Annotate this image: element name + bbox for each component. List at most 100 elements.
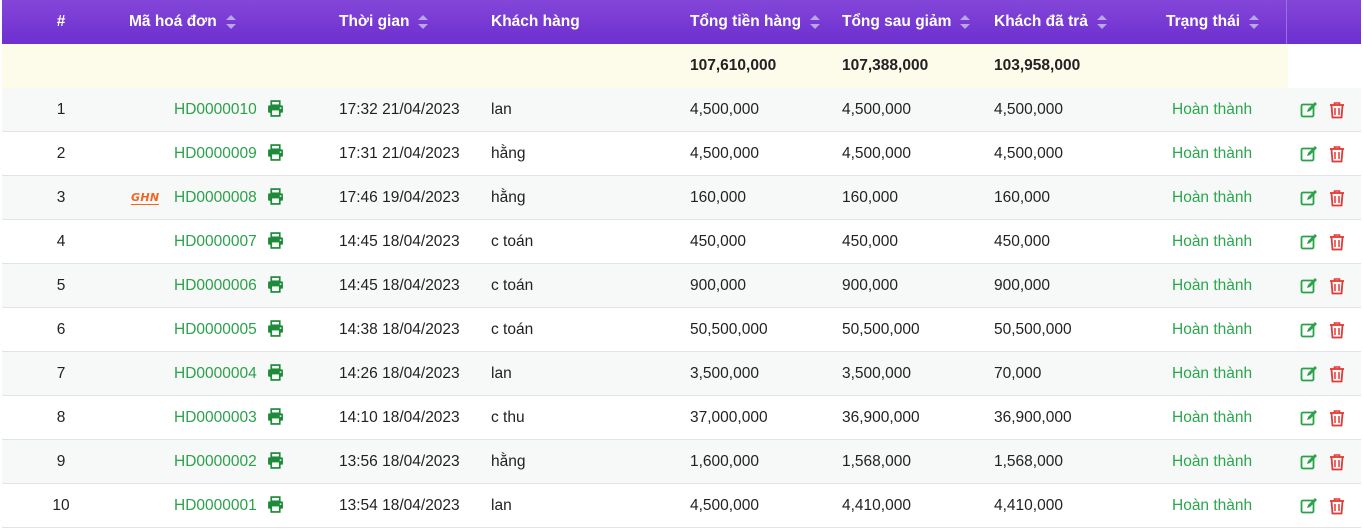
invoice-code-link[interactable]: HD0000010 [174,101,257,119]
trash-icon[interactable] [1328,233,1346,251]
header-subtotal[interactable]: Tổng tiền hàng [690,0,821,44]
trash-icon[interactable] [1328,277,1346,295]
sort-icon[interactable] [960,15,971,29]
row-paid: 450,000 [994,232,1051,250]
invoice-code-cell: HD0000009 [129,132,289,175]
sort-icon[interactable] [1096,15,1107,29]
header-paid[interactable]: Khách đã trả [994,0,1107,44]
printer-icon[interactable] [267,100,284,117]
table-row: 2 HD0000009 17:31 21/04/2023 hằng 4,500,… [2,132,1361,176]
row-paid: 36,900,000 [994,408,1072,426]
invoice-code-link[interactable]: HD0000002 [174,453,257,471]
invoice-code-link[interactable]: HD0000001 [174,497,257,515]
printer-icon[interactable] [267,364,284,381]
invoice-code-link[interactable]: HD0000005 [174,321,257,339]
status-badge: Hoàn thành [1172,276,1253,294]
printer-icon[interactable] [267,408,284,425]
row-paid: 50,500,000 [994,320,1072,338]
invoice-code-link[interactable]: HD0000004 [174,365,257,383]
edit-icon[interactable] [1300,497,1318,515]
printer-icon[interactable] [267,144,284,161]
row-subtotal: 450,000 [690,232,747,250]
trash-icon[interactable] [1328,365,1346,383]
sort-icon[interactable] [225,15,236,29]
invoice-code-link[interactable]: HD0000003 [174,409,257,427]
row-time: 14:45 18/04/2023 [339,276,460,294]
row-after-discount: 4,500,000 [842,100,911,118]
trash-icon[interactable] [1328,321,1346,339]
trash-icon[interactable] [1328,189,1346,207]
row-subtotal: 4,500,000 [690,100,759,118]
row-time: 13:54 18/04/2023 [339,496,460,514]
row-customer: hằng [491,188,526,206]
invoice-code-link[interactable]: HD0000007 [174,233,257,251]
table-row: 3 GHN HD0000008 17:46 19/04/2023 hằng 16… [2,176,1361,220]
row-index: 10 [52,496,70,514]
row-actions [1300,264,1356,307]
row-actions [1300,88,1356,131]
edit-icon[interactable] [1300,365,1318,383]
edit-icon[interactable] [1300,453,1318,471]
invoice-code-cell: HD0000002 [129,440,289,483]
sort-icon[interactable] [418,15,429,29]
invoice-code-link[interactable]: HD0000008 [174,189,257,207]
row-paid: 900,000 [994,276,1051,294]
header-after-discount[interactable]: Tổng sau giảm [842,0,971,44]
edit-icon[interactable] [1300,145,1318,163]
edit-icon[interactable] [1300,189,1318,207]
edit-icon[interactable] [1300,101,1318,119]
total-after-discount: 107,388,000 [842,57,929,74]
invoice-code-link[interactable]: HD0000009 [174,145,257,163]
header-paid-label: Khách đã trả [994,13,1088,30]
table-header: # Mã hoá đơn Thời gian Khách hàng Tổng t… [2,0,1361,44]
header-invoice-code-label: Mã hoá đơn [129,13,217,30]
row-paid: 70,000 [994,364,1042,382]
row-after-discount: 36,900,000 [842,408,920,426]
invoice-page: # Mã hoá đơn Thời gian Khách hàng Tổng t… [0,0,1363,529]
invoice-code-cell: HD0000001 [129,484,289,527]
row-after-discount: 3,500,000 [842,364,911,382]
trash-icon[interactable] [1328,453,1346,471]
edit-icon[interactable] [1300,409,1318,427]
row-after-discount: 900,000 [842,276,899,294]
row-customer: lan [491,364,512,382]
row-after-discount: 4,410,000 [842,496,911,514]
header-invoice-code[interactable]: Mã hoá đơn [129,0,236,44]
row-time: 17:46 19/04/2023 [339,188,460,206]
trash-icon[interactable] [1328,497,1346,515]
table-row: 8 HD0000003 14:10 18/04/2023 c thu 37,00… [2,396,1361,440]
row-customer: c toán [491,232,534,250]
edit-icon[interactable] [1300,233,1318,251]
sort-icon[interactable] [1249,15,1260,29]
invoice-code-cell: HD0000006 [129,264,289,307]
printer-icon[interactable] [267,276,284,293]
ghn-logo: GHN [131,191,160,205]
row-actions [1300,484,1356,527]
header-time[interactable]: Thời gian [339,0,429,44]
edit-icon[interactable] [1300,321,1318,339]
trash-icon[interactable] [1328,145,1346,163]
row-actions [1300,440,1356,483]
printer-icon[interactable] [267,320,284,337]
header-subtotal-label: Tổng tiền hàng [690,13,802,30]
trash-icon[interactable] [1328,409,1346,427]
printer-icon[interactable] [267,496,284,513]
printer-icon[interactable] [267,452,284,469]
header-status[interactable]: Trạng thái [1166,0,1260,44]
invoice-code-cell: HD0000004 [129,352,289,395]
row-customer: hằng [491,452,526,470]
table-row: 10 HD0000001 13:54 18/04/2023 lan 4,500,… [2,484,1361,528]
status-badge: Hoàn thành [1172,144,1253,162]
printer-icon[interactable] [267,188,284,205]
edit-icon[interactable] [1300,277,1318,295]
row-time: 13:56 18/04/2023 [339,452,460,470]
invoice-code-cell: HD0000005 [129,308,289,351]
printer-icon[interactable] [267,232,284,249]
row-actions [1300,308,1356,351]
sort-icon[interactable] [810,15,821,29]
trash-icon[interactable] [1328,101,1346,119]
total-paid: 103,958,000 [994,57,1081,74]
row-index: 8 [56,408,66,426]
invoice-code-link[interactable]: HD0000006 [174,277,257,295]
row-index: 6 [56,320,66,338]
